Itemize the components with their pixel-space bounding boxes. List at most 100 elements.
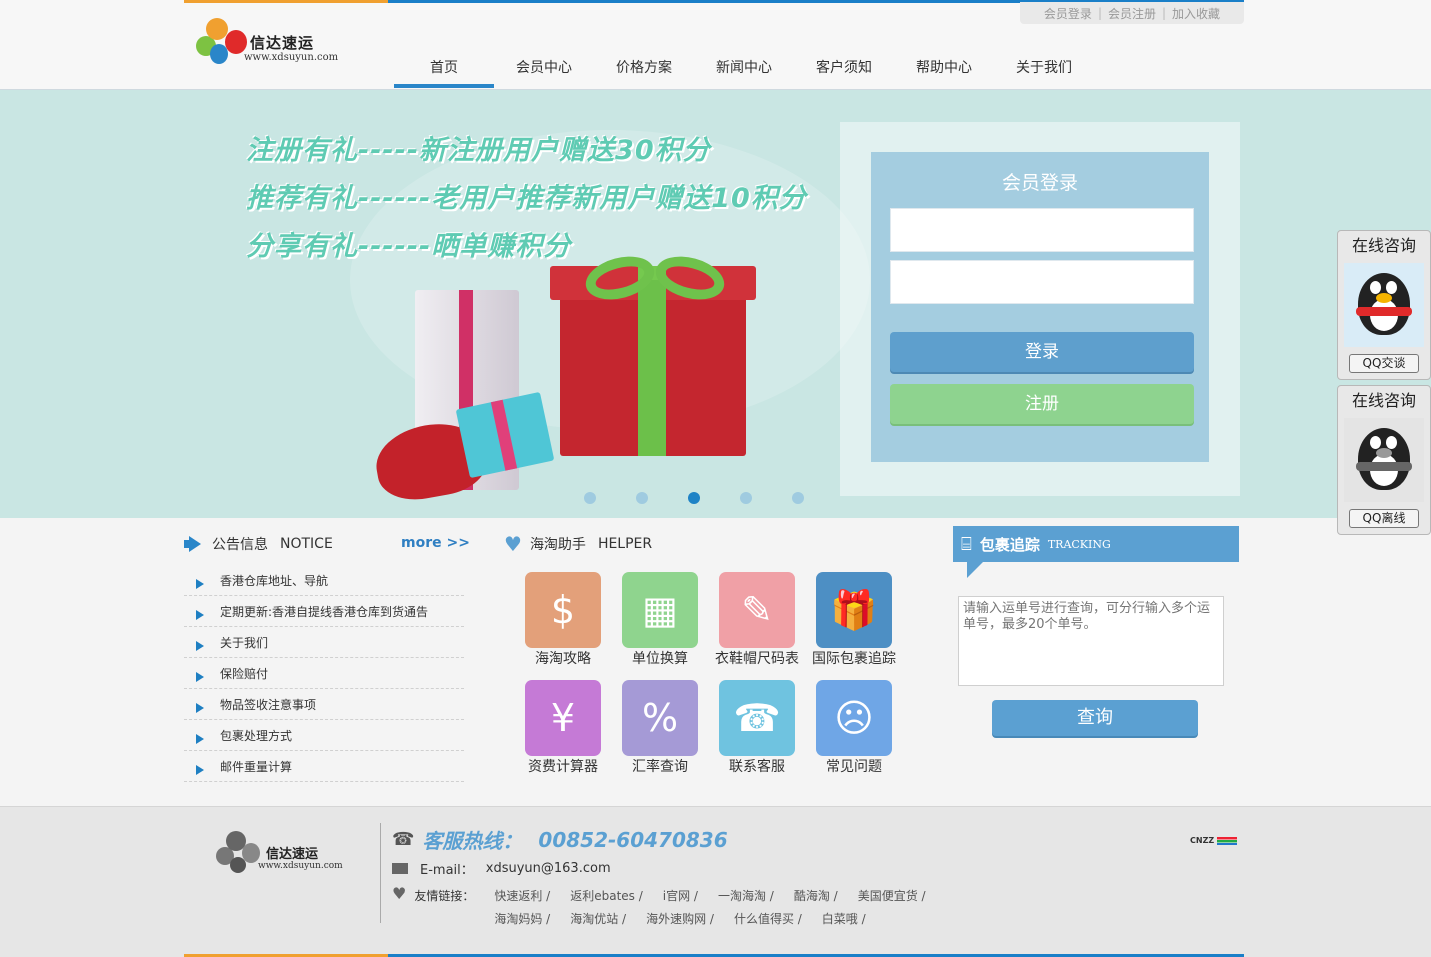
tracking-title: 包裹追踪 <box>979 535 1040 554</box>
slider-dot-3[interactable] <box>688 492 700 504</box>
site-logo[interactable]: 信达速运 www.xdsuyun.com <box>192 14 352 70</box>
promo-line-3: 分享有礼------晒单赚积分 <box>246 231 572 262</box>
helper-tile-exchange-rate[interactable]: % 汇率查询 <box>622 680 698 775</box>
friend-link[interactable]: 返利ebates / <box>570 887 643 904</box>
links-label: 友情链接： <box>414 889 475 903</box>
helper-tile-label: 国际包裹追踪 <box>812 651 896 667</box>
nav-customer-notice[interactable]: 客户须知 <box>794 50 894 88</box>
nav-about[interactable]: 关于我们 <box>994 50 1094 88</box>
qq-penguin-icon <box>1344 418 1424 502</box>
top-link-bookmark[interactable]: 加入收藏 <box>1172 5 1220 22</box>
qq-chat-button[interactable]: QQ交谈 <box>1349 354 1419 373</box>
nav-pricing[interactable]: 价格方案 <box>594 50 694 88</box>
slider-dot-2[interactable] <box>636 492 648 504</box>
login-button[interactable]: 登录 <box>890 332 1194 372</box>
helper-tile-unit-conversion[interactable]: ▦ 单位换算 <box>622 572 698 667</box>
helper-title: 海淘助手 <box>529 537 586 553</box>
helper-tile-faq[interactable]: ☹ 常见问题 <box>816 680 892 775</box>
friend-link[interactable]: 美国便宜货 / <box>858 887 926 904</box>
tracking-query-button[interactable]: 查询 <box>992 700 1198 736</box>
notice-item-label: 保险赔付 <box>220 666 269 681</box>
arrow-icon <box>196 641 204 651</box>
friend-link[interactable]: 海淘妈妈 / <box>494 910 550 927</box>
stat-badge-label: CNZZ <box>1190 836 1215 845</box>
telephone-icon: ☎ <box>392 829 415 850</box>
heart-icon: ♥ <box>392 884 407 903</box>
footer-logo-url: www.xdsuyun.com <box>258 861 343 871</box>
qq-offline-button[interactable]: QQ离线 <box>1349 509 1419 528</box>
helper-tile-size-chart[interactable]: ✎ 衣鞋帽尺码表 <box>715 572 799 667</box>
username-field[interactable] <box>890 208 1194 252</box>
arrow-icon <box>196 672 204 682</box>
nav-help[interactable]: 帮助中心 <box>894 50 994 88</box>
tracking-number-input[interactable] <box>958 596 1224 686</box>
notice-title-en: NOTICE <box>280 536 333 552</box>
notice-title: 公告信息 <box>212 537 268 553</box>
list-item[interactable]: 香港仓库地址、导航 <box>184 565 464 596</box>
gift-icon: ⌸ <box>961 533 972 555</box>
slider-dot-5[interactable] <box>792 492 804 504</box>
helper-tile-label: 常见问题 <box>826 759 882 775</box>
promo-banner[interactable]: 注册有礼-----新注册用户赠送30积分 推荐有礼------老用户推荐新用户赠… <box>0 90 1431 518</box>
email-address[interactable]: xdsuyun@163.com <box>486 861 611 876</box>
notice-item-label: 定期更新:香港自提线香港仓库到货通告 <box>220 604 429 619</box>
qq-consult-offline: 在线咨询 QQ离线 <box>1337 385 1431 535</box>
qq-penguin-icon <box>1344 263 1424 347</box>
helper-tile-contact-support[interactable]: ☎ 联系客服 <box>719 680 795 775</box>
list-item[interactable]: 保险赔付 <box>184 658 464 689</box>
qq-panel-title: 在线咨询 <box>1351 391 1416 410</box>
list-item[interactable]: 关于我们 <box>184 627 464 658</box>
email-label: E-mail： <box>420 863 474 878</box>
list-item[interactable]: 邮件重量计算 <box>184 751 464 782</box>
slider-dot-4[interactable] <box>740 492 752 504</box>
nav-member-center[interactable]: 会员中心 <box>494 50 594 88</box>
footer-logo[interactable]: 信达速运 www.xdsuyun.com <box>214 827 344 877</box>
list-item[interactable]: 定期更新:香港自提线香港仓库到货通告 <box>184 596 464 627</box>
top-link-register[interactable]: 会员注册 <box>1108 5 1156 22</box>
notice-item-label: 香港仓库地址、导航 <box>220 573 329 588</box>
password-field[interactable] <box>890 260 1194 304</box>
helper-tile-shopping-guide[interactable]: $ 海淘攻略 <box>525 572 601 667</box>
stat-badge[interactable]: CNZZ <box>1190 836 1238 845</box>
register-button[interactable]: 注册 <box>890 384 1194 424</box>
hotline-number: 00852-60470836 <box>538 827 728 852</box>
list-item[interactable]: 物品签收注意事项 <box>184 689 464 720</box>
promo-line-1: 注册有礼-----新注册用户赠送30积分 <box>246 135 711 166</box>
login-panel: 会员登录 登录 注册 <box>871 152 1209 462</box>
friend-link[interactable]: i官网 / <box>663 887 698 904</box>
wallet-icon: ¥ <box>525 680 601 756</box>
notice-header: 公告信息 NOTICE <box>184 534 333 554</box>
arrow-icon <box>196 734 204 744</box>
notice-item-label: 物品签收注意事项 <box>220 697 317 712</box>
slider-dot-1[interactable] <box>584 492 596 504</box>
friend-link[interactable]: 酷海淘 / <box>794 887 838 904</box>
friend-link[interactable]: 海淘优站 / <box>570 910 626 927</box>
site-header: 信达速运 www.xdsuyun.com 会员登录 | 会员注册 | 加入收藏 … <box>0 0 1431 90</box>
qq-panel-title: 在线咨询 <box>1351 236 1416 255</box>
site-footer: 信达速运 www.xdsuyun.com ☎ 客服热线： 00852-60470… <box>0 806 1431 957</box>
nav-news[interactable]: 新闻中心 <box>694 50 794 88</box>
friend-link[interactable]: 快速返利 / <box>494 887 550 904</box>
nav-home[interactable]: 首页 <box>394 50 494 88</box>
list-item[interactable]: 包裹处理方式 <box>184 720 464 751</box>
helper-grid: $ 海淘攻略 ▦ 单位换算 ✎ 衣鞋帽尺码表 🎁 国际包裹追踪 ¥ 资费计算器 … <box>525 572 905 775</box>
shopping-bag-icon: $ <box>525 572 601 648</box>
helper-tile-fee-calculator[interactable]: ¥ 资费计算器 <box>525 680 601 775</box>
helper-title-en: HELPER <box>597 536 653 552</box>
helper-tile-parcel-tracking[interactable]: 🎁 国际包裹追踪 <box>812 572 896 667</box>
footer-email: E-mail： xdsuyun@163.com <box>392 859 611 878</box>
friend-link[interactable]: 白菜哦 / <box>822 910 866 927</box>
top-link-login[interactable]: 会员登录 <box>1044 5 1092 22</box>
notice-item-label: 邮件重量计算 <box>220 759 293 774</box>
friend-link[interactable]: 什么值得买 / <box>734 910 802 927</box>
friend-link[interactable]: 一淘海淘 / <box>718 887 774 904</box>
tracking-title-en: TRACKING <box>1047 537 1111 551</box>
helper-header: ♥ 海淘助手 HELPER <box>504 534 652 554</box>
ruler-pencil-icon: ✎ <box>719 572 795 648</box>
logo-url: www.xdsuyun.com <box>244 52 339 63</box>
mail-icon <box>392 863 408 874</box>
friend-links: ♥ 友情链接： 快速返利 / 返利ebates / i官网 / 一淘海淘 / 酷… <box>392 884 954 927</box>
friend-link[interactable]: 海外速购网 / <box>646 910 714 927</box>
notice-more-link[interactable]: more >> <box>401 535 470 551</box>
arrow-icon <box>196 579 204 589</box>
